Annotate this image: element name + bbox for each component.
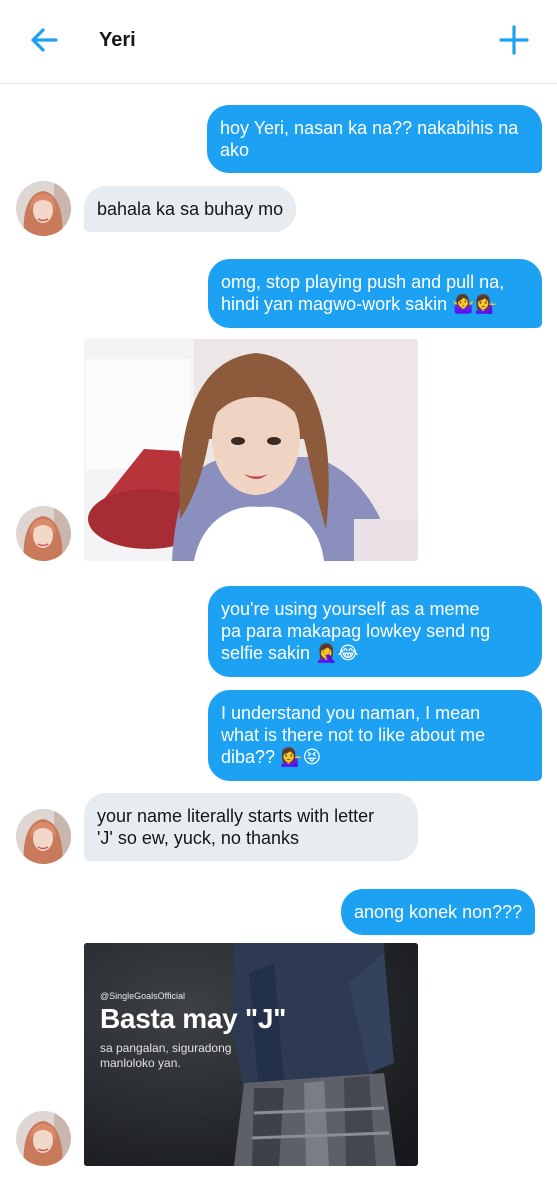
emoji: 🤦‍♀️😂 [315, 643, 359, 664]
incoming-message[interactable]: your name literally starts with letter '… [84, 793, 418, 861]
meme-subtitle: sa pangalan, siguradong manloloko yan. [100, 1041, 232, 1070]
avatar[interactable] [16, 809, 71, 864]
message-text: selfie sakin [221, 643, 311, 663]
conversation-header: Yeri [0, 0, 557, 84]
avatar[interactable] [16, 506, 71, 561]
emoji: 💁‍♀️😝 [280, 747, 322, 768]
arrow-left-icon[interactable] [26, 22, 62, 58]
message-text: pa para makapag lowkey send ng [221, 621, 491, 641]
message-text: anong konek non??? [354, 902, 523, 922]
message-text: what is there not to like about me [221, 725, 486, 745]
outgoing-message[interactable]: hoy Yeri, nasan ka na?? nakabihis na ako [207, 105, 542, 173]
plus-icon[interactable] [496, 22, 532, 58]
message-text: omg, stop playing push and pull na, [221, 272, 505, 292]
message-text: bahala ka sa buhay mo [97, 199, 284, 219]
outgoing-message[interactable]: omg, stop playing push and pull na, hind… [208, 259, 542, 328]
message-text: I understand you naman, I mean [221, 703, 481, 723]
message-text: your name literally starts with letter [97, 806, 375, 826]
message-text: 'J' so ew, yuck, no thanks [97, 828, 299, 848]
message-text: diba?? [221, 747, 276, 767]
image-message-meme[interactable]: @SingleGoalsOfficial Basta may "J" sa pa… [84, 943, 418, 1166]
message-text: hindi yan magwo-work sakin [221, 294, 448, 314]
emoji: 🤷‍♀️💁‍♀️ [452, 294, 497, 315]
incoming-message[interactable]: bahala ka sa buhay mo [84, 186, 297, 232]
outgoing-message[interactable]: I understand you naman, I mean what is t… [208, 690, 542, 781]
meme-handle: @SingleGoalsOfficial [100, 991, 186, 1001]
message-text: hoy Yeri, nasan ka na?? nakabihis na ako [220, 118, 519, 160]
avatar[interactable] [16, 1111, 71, 1166]
outgoing-message[interactable]: anong konek non??? [341, 889, 536, 935]
outgoing-message[interactable]: you're using yourself as a meme pa para … [208, 586, 542, 677]
meme-title: Basta may "J" [100, 1003, 287, 1034]
message-text: you're using yourself as a meme [221, 599, 480, 619]
avatar[interactable] [16, 181, 71, 236]
conversation-title[interactable]: Yeri [99, 29, 136, 52]
image-message-selfie[interactable] [84, 339, 418, 561]
